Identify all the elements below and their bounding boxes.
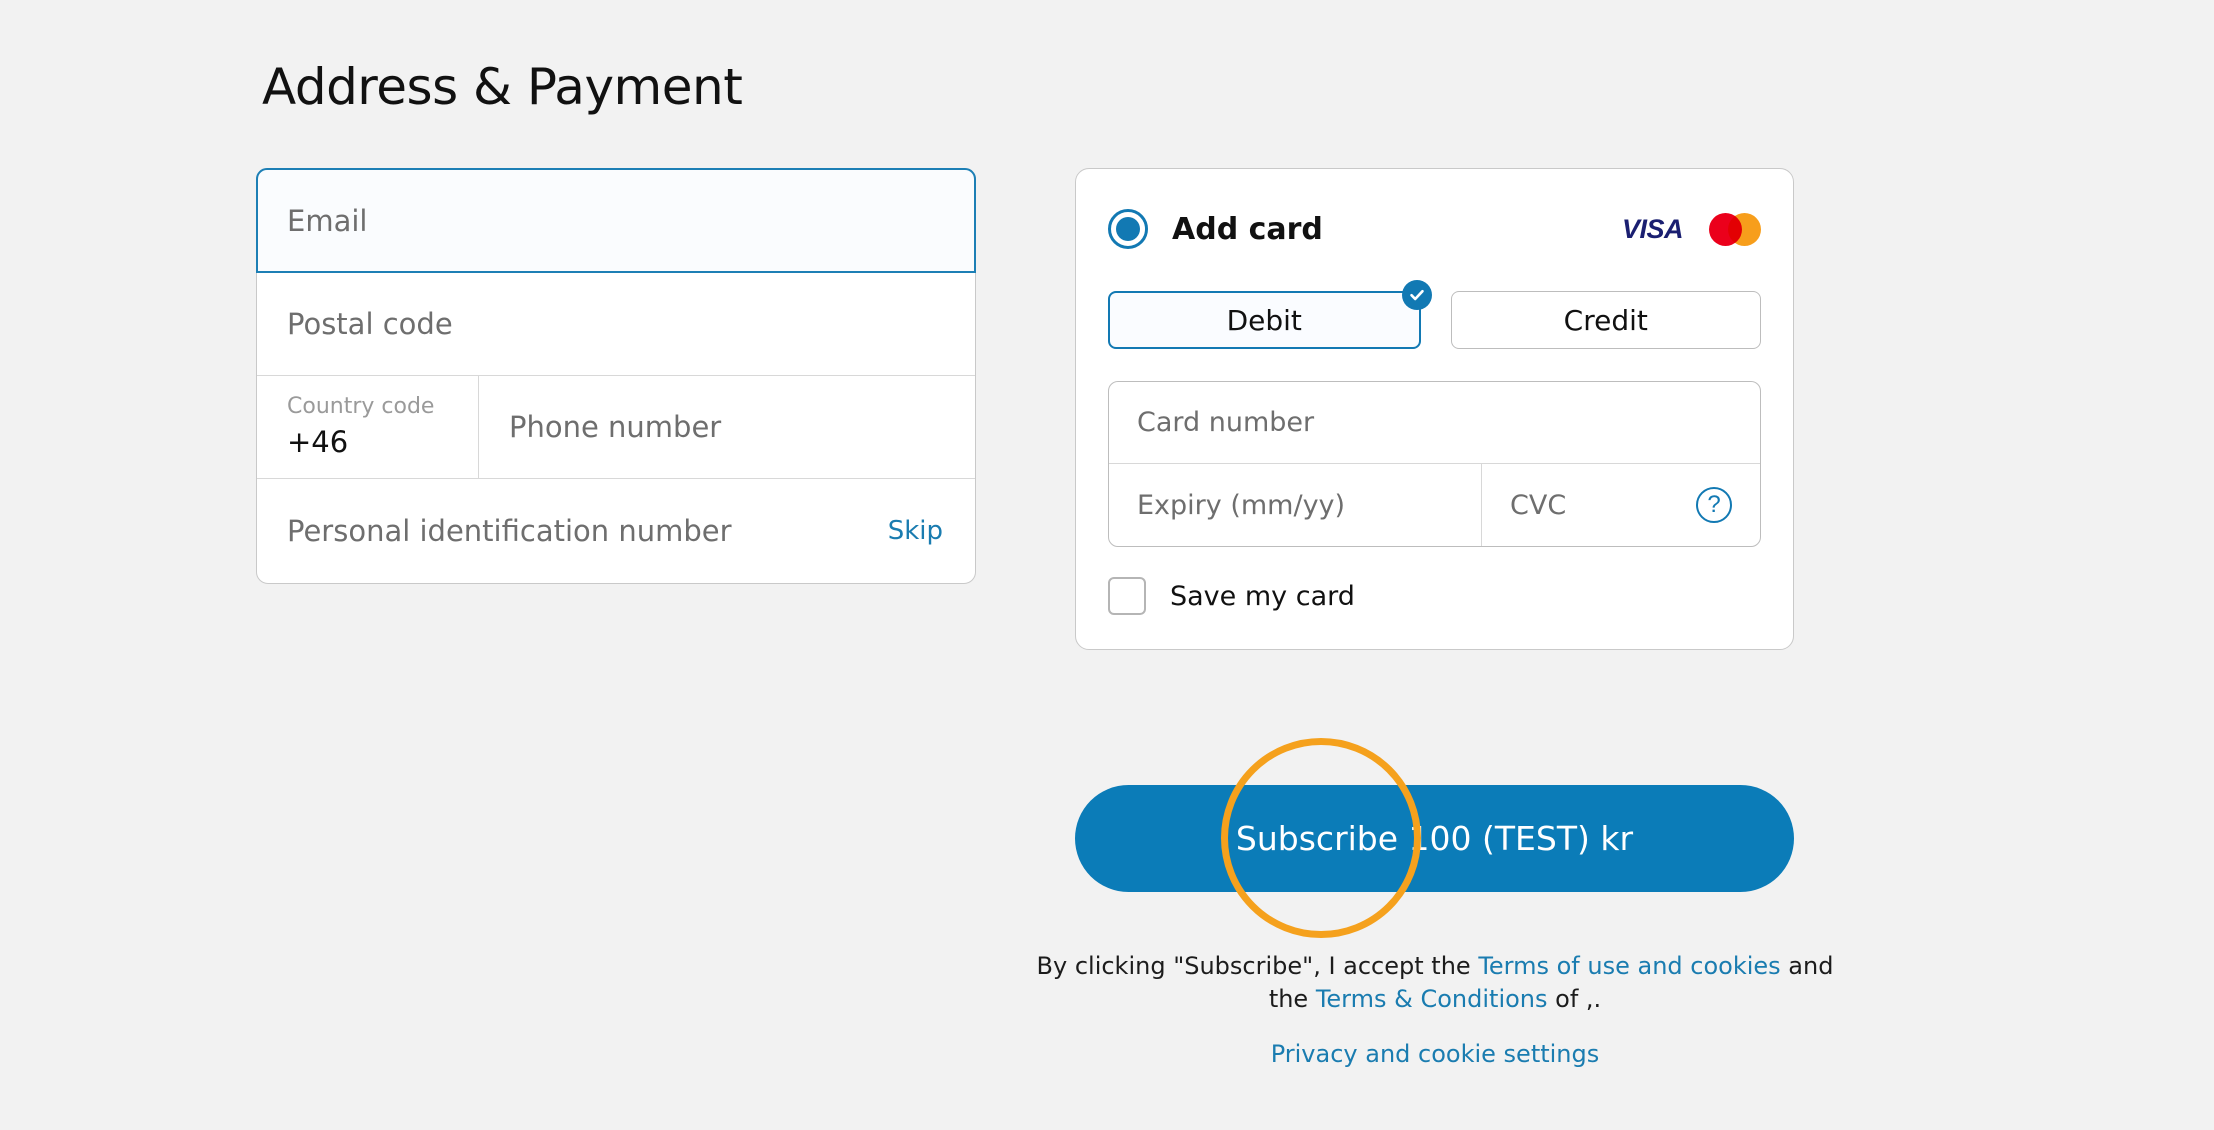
postal-code-placeholder: Postal code: [287, 307, 453, 341]
cvc-field[interactable]: CVC ?: [1482, 464, 1760, 546]
payment-option-header: Add card VISA: [1108, 199, 1761, 259]
legal-disclaimer: By clicking "Subscribe", I accept the Te…: [1020, 950, 1850, 1016]
mastercard-amber-circle: [1728, 212, 1761, 246]
subscribe-button[interactable]: Subscribe 100 (TEST) kr: [1075, 785, 1794, 892]
postal-code-field[interactable]: Postal code: [257, 273, 975, 376]
mastercard-icon: [1709, 212, 1761, 246]
cvc-placeholder: CVC: [1510, 489, 1567, 521]
save-card-label: Save my card: [1170, 580, 1355, 612]
credit-button[interactable]: Credit: [1450, 291, 1761, 349]
personal-id-placeholder: Personal identification number: [287, 514, 732, 548]
card-number-field[interactable]: Card number: [1109, 382, 1760, 464]
address-form-card: Email Postal code Country code +46 Phone…: [256, 168, 976, 584]
debit-label: Debit: [1226, 303, 1302, 337]
card-details-group: Card number Expiry (mm/yy) CVC ?: [1108, 381, 1761, 547]
save-card-row: Save my card: [1108, 577, 1761, 615]
expiry-placeholder: Expiry (mm/yy): [1137, 489, 1346, 521]
terms-of-use-link[interactable]: Terms of use and cookies: [1478, 952, 1780, 980]
card-brand-logos: VISA: [1621, 212, 1761, 246]
save-card-checkbox[interactable]: [1108, 577, 1146, 615]
terms-conditions-link[interactable]: Terms & Conditions: [1316, 985, 1548, 1013]
add-card-radio[interactable]: [1108, 209, 1148, 249]
email-placeholder: Email: [287, 203, 368, 238]
credit-label: Credit: [1563, 303, 1648, 337]
page-title: Address & Payment: [262, 58, 743, 116]
card-type-toggle-group: Debit Credit: [1108, 280, 1761, 349]
legal-prefix: By clicking "Subscribe", I accept the: [1036, 952, 1479, 980]
debit-button[interactable]: Debit: [1108, 280, 1432, 349]
card-number-placeholder: Card number: [1137, 407, 1315, 438]
legal-suffix: of ,.: [1547, 985, 1602, 1014]
expiry-field[interactable]: Expiry (mm/yy): [1109, 464, 1482, 546]
check-icon: [1401, 280, 1432, 310]
add-card-label: Add card: [1172, 211, 1323, 247]
phone-row: Country code +46 Phone number: [257, 376, 975, 479]
payment-card: Add card VISA Debit Credit Card number E…: [1075, 168, 1794, 650]
visa-icon: VISA: [1621, 213, 1684, 244]
country-code-value: +46: [287, 424, 349, 459]
phone-number-placeholder: Phone number: [509, 410, 722, 444]
expiry-cvc-row: Expiry (mm/yy) CVC ?: [1109, 464, 1760, 546]
email-field[interactable]: Email: [256, 168, 976, 273]
phone-number-field[interactable]: Phone number: [479, 376, 975, 478]
question-mark-icon[interactable]: ?: [1696, 487, 1732, 523]
personal-id-field[interactable]: Personal identification number Skip: [257, 479, 975, 583]
radio-selected-dot: [1116, 217, 1140, 241]
skip-link[interactable]: Skip: [888, 516, 943, 546]
country-code-label: Country code: [287, 394, 435, 420]
country-code-field[interactable]: Country code +46: [257, 376, 479, 478]
privacy-cookie-settings-link[interactable]: Privacy and cookie settings: [1020, 1040, 1850, 1068]
